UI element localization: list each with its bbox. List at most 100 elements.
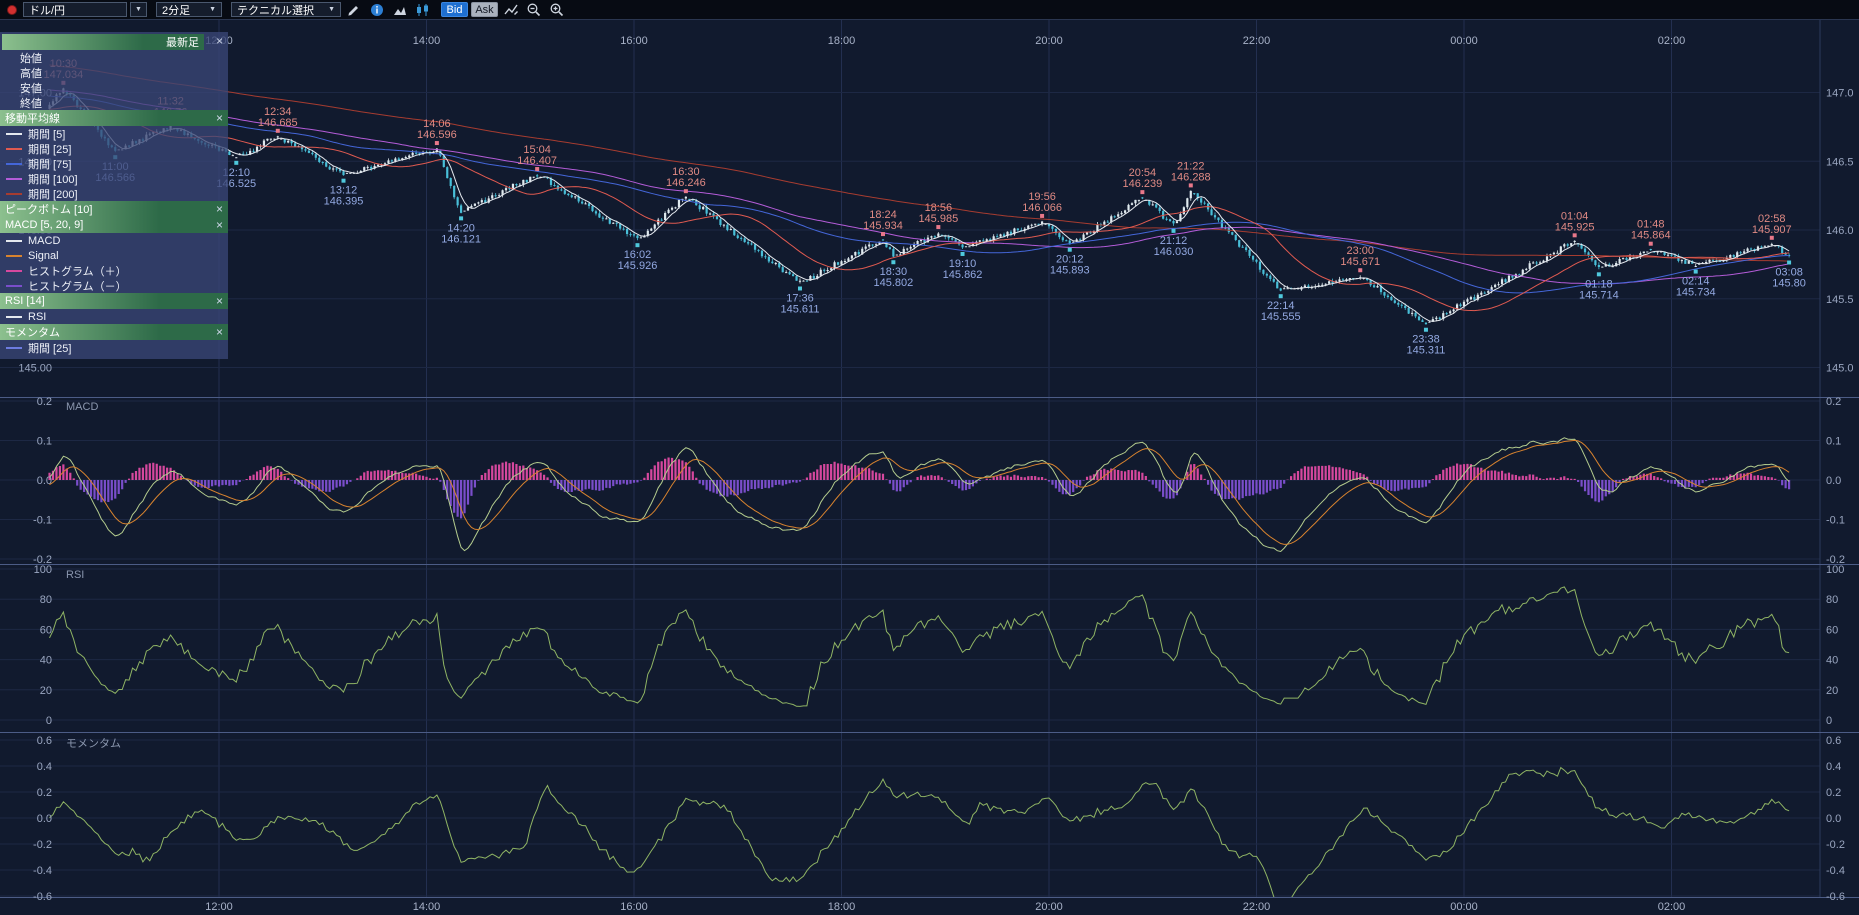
pencil-icon bbox=[346, 2, 362, 18]
technical-select[interactable]: テクニカル選択 ▼ bbox=[231, 2, 341, 17]
timeframe-label: 2分足 bbox=[162, 2, 190, 18]
legend-ohlc-row: 安値 bbox=[0, 80, 228, 95]
legend-item-row: MACD bbox=[0, 233, 228, 248]
svg-text:0: 0 bbox=[46, 715, 52, 727]
series-label: 期間 [25] bbox=[28, 141, 71, 157]
svg-text:0.1: 0.1 bbox=[37, 436, 52, 448]
series-color-swatch bbox=[6, 347, 22, 349]
svg-text:14:00: 14:00 bbox=[413, 35, 441, 47]
svg-text:145.985: 145.985 bbox=[918, 213, 958, 225]
ohlc-label: 終値 bbox=[20, 95, 42, 111]
zoom-out-button[interactable] bbox=[524, 2, 544, 18]
close-indicator-button[interactable]: × bbox=[216, 326, 223, 338]
svg-text:100: 100 bbox=[34, 564, 52, 576]
svg-text:0.0: 0.0 bbox=[1826, 475, 1841, 487]
svg-text:0.6: 0.6 bbox=[37, 735, 52, 747]
status-dot-icon bbox=[7, 5, 17, 15]
toolbar: ドル/円 ▼ 2分足 ▼ テクニカル選択 ▼ bbox=[0, 0, 1859, 20]
svg-text:02:00: 02:00 bbox=[1658, 35, 1686, 47]
series-color-swatch bbox=[6, 178, 22, 180]
svg-text:0: 0 bbox=[1826, 715, 1832, 727]
pair-select[interactable]: ドル/円 bbox=[23, 2, 127, 17]
svg-text:146.121: 146.121 bbox=[441, 233, 481, 245]
svg-text:146.288: 146.288 bbox=[1171, 171, 1211, 183]
ohlc-label: 安値 bbox=[20, 80, 42, 96]
svg-text:MACD: MACD bbox=[66, 401, 98, 413]
svg-text:145.925: 145.925 bbox=[1555, 221, 1595, 233]
svg-text:145.934: 145.934 bbox=[863, 220, 903, 232]
svg-text:00:00: 00:00 bbox=[1450, 901, 1478, 913]
fx-chart-app: ドル/円 ▼ 2分足 ▼ テクニカル選択 ▼ bbox=[0, 0, 1859, 915]
svg-text:145.864: 145.864 bbox=[1631, 230, 1671, 242]
svg-text:0.4: 0.4 bbox=[1826, 761, 1841, 773]
series-label: 期間 [200] bbox=[28, 186, 78, 202]
legend-latest-header: 最新足 × bbox=[0, 32, 228, 50]
series-label: RSI bbox=[28, 311, 46, 323]
svg-text:145.611: 145.611 bbox=[781, 303, 820, 315]
svg-text:145.802: 145.802 bbox=[873, 277, 913, 289]
mountain-chart-icon bbox=[392, 2, 408, 18]
technical-label: テクニカル選択 bbox=[237, 2, 314, 18]
svg-text:0.2: 0.2 bbox=[1826, 787, 1841, 799]
draw-tool-button[interactable] bbox=[344, 2, 364, 18]
close-indicator-button[interactable]: × bbox=[216, 295, 223, 307]
ohlc-label: 始値 bbox=[20, 50, 42, 66]
close-latest-button[interactable]: × bbox=[216, 35, 223, 47]
series-label: ヒストグラム（＋） bbox=[28, 263, 127, 279]
legend-item-row: RSI bbox=[0, 309, 228, 324]
svg-text:145.926: 145.926 bbox=[618, 260, 658, 272]
svg-text:20: 20 bbox=[40, 685, 52, 697]
bid-button[interactable]: Bid bbox=[441, 2, 468, 17]
series-label: Signal bbox=[28, 250, 59, 262]
latest-bar: 最新足 bbox=[2, 34, 204, 50]
legend-item-row: 期間 [200] bbox=[0, 186, 228, 201]
series-color-swatch bbox=[6, 285, 22, 287]
legend-ohlc-row: 始値 bbox=[0, 50, 228, 65]
info-button[interactable] bbox=[367, 2, 387, 18]
section-title: MACD [5, 20, 9] bbox=[5, 219, 83, 231]
chart-area[interactable]: 10:30147.03411:00146.56611:32146.7612:10… bbox=[0, 0, 1859, 915]
section-title: モメンタム bbox=[5, 324, 60, 340]
pair-dropdown-button[interactable]: ▼ bbox=[130, 2, 147, 17]
legend-section-header: ピークボトム [10] × bbox=[0, 201, 228, 217]
legend-section-header: 移動平均線× bbox=[0, 110, 228, 126]
svg-text:145.5: 145.5 bbox=[1826, 294, 1854, 306]
svg-text:-0.6: -0.6 bbox=[33, 891, 52, 903]
svg-text:0.2: 0.2 bbox=[1826, 396, 1841, 408]
zoom-out-icon bbox=[526, 2, 542, 18]
svg-text:-0.6: -0.6 bbox=[1826, 891, 1845, 903]
series-label: MACD bbox=[28, 235, 60, 247]
svg-text:145.907: 145.907 bbox=[1752, 224, 1792, 236]
svg-text:20:00: 20:00 bbox=[1035, 35, 1063, 47]
legend-item-row: 期間 [25] bbox=[0, 340, 228, 355]
svg-text:14:00: 14:00 bbox=[413, 901, 441, 913]
candle-chart-style-button[interactable] bbox=[413, 2, 433, 18]
legend-section-header: MACD [5, 20, 9] × bbox=[0, 217, 228, 233]
close-indicator-button[interactable]: × bbox=[216, 219, 223, 231]
indicator-settings-button[interactable] bbox=[501, 2, 521, 18]
svg-text:60: 60 bbox=[40, 624, 52, 636]
series-label: 期間 [5] bbox=[28, 126, 65, 142]
svg-text:146.395: 146.395 bbox=[324, 196, 364, 208]
section-title: RSI [14] bbox=[5, 295, 45, 307]
timeframe-select[interactable]: 2分足 ▼ bbox=[156, 2, 222, 17]
svg-text:80: 80 bbox=[1826, 594, 1838, 606]
legend-item-row: 期間 [25] bbox=[0, 141, 228, 156]
svg-text:145.893: 145.893 bbox=[1050, 265, 1090, 277]
close-indicator-button[interactable]: × bbox=[216, 112, 223, 124]
svg-text:0.1: 0.1 bbox=[1826, 436, 1841, 448]
svg-text:0.0: 0.0 bbox=[1826, 813, 1841, 825]
legend-ohlc-row: 終値 bbox=[0, 95, 228, 110]
svg-text:145.555: 145.555 bbox=[1261, 311, 1301, 323]
svg-text:00:00: 00:00 bbox=[1450, 35, 1478, 47]
close-indicator-button[interactable]: × bbox=[216, 203, 223, 215]
svg-text:0.6: 0.6 bbox=[1826, 735, 1841, 747]
svg-text:145.311: 145.311 bbox=[1406, 345, 1445, 357]
chevron-down-icon: ▼ bbox=[328, 6, 335, 13]
area-chart-style-button[interactable] bbox=[390, 2, 410, 18]
zoom-in-button[interactable] bbox=[547, 2, 567, 18]
svg-text:146.030: 146.030 bbox=[1154, 246, 1194, 258]
ask-button[interactable]: Ask bbox=[471, 2, 498, 17]
section-title: ピークボトム [10] bbox=[5, 201, 92, 217]
svg-text:145.671: 145.671 bbox=[1340, 256, 1380, 268]
